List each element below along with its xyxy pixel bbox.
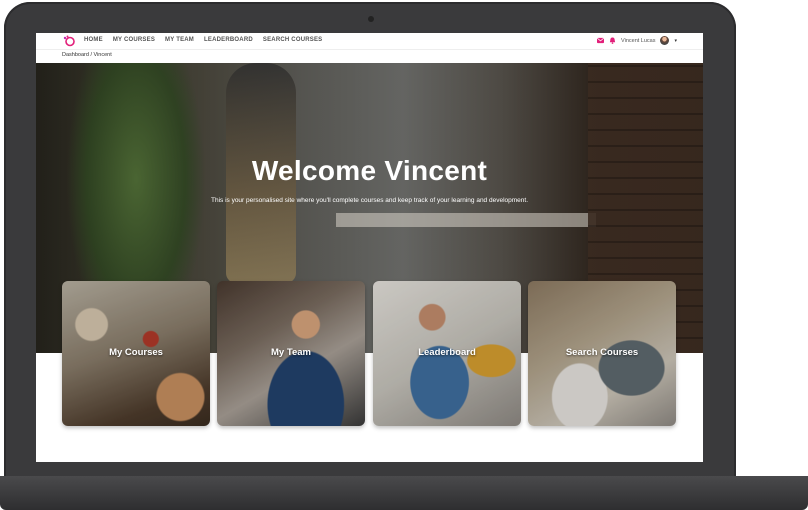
breadcrumb: Dashboard / Vincent	[62, 52, 112, 58]
avatar[interactable]	[660, 36, 670, 45]
nav-links: HOME MY COURSES MY TEAM LEADERBOARD SEAR…	[84, 37, 322, 43]
chevron-down-icon[interactable]: ▾	[674, 38, 677, 44]
card-label: Leaderboard	[418, 347, 476, 358]
breadcrumb-dashboard[interactable]: Dashboard	[62, 52, 89, 58]
card-label: My Courses	[109, 347, 163, 358]
top-navbar: HOME MY COURSES MY TEAM LEADERBOARD SEAR…	[36, 33, 703, 50]
hero-title: Welcome Vincent	[251, 155, 488, 186]
card-label: My Team	[271, 347, 311, 358]
card-my-courses[interactable]: My Courses	[62, 281, 210, 426]
logo-icon[interactable]	[62, 35, 76, 47]
card-my-team[interactable]: My Team	[217, 281, 365, 426]
card-label: Search Courses	[565, 347, 639, 358]
hero-desks-image	[336, 213, 596, 227]
bell-icon[interactable]	[609, 37, 616, 44]
laptop-base	[0, 476, 808, 510]
nav-leaderboard[interactable]: LEADERBOARD	[204, 37, 253, 43]
hero-subtitle: This is your personalised site where you…	[210, 197, 529, 204]
nav-home[interactable]: HOME	[84, 37, 103, 43]
breadcrumb-current: Vincent	[93, 52, 112, 58]
breadcrumb-separator: /	[90, 52, 92, 58]
nav-my-team[interactable]: MY TEAM	[165, 37, 194, 43]
user-name[interactable]: Vincent Lucas	[621, 38, 655, 44]
user-menu: Vincent Lucas ▾	[597, 36, 677, 45]
card-leaderboard[interactable]: Leaderboard	[373, 281, 521, 426]
webcam	[368, 16, 374, 22]
mail-icon[interactable]	[597, 37, 605, 44]
dashboard-cards: My Courses My Team Leaderboard Search Co…	[62, 281, 676, 426]
nav-search-courses[interactable]: SEARCH COURSES	[263, 37, 322, 43]
screen: HOME MY COURSES MY TEAM LEADERBOARD SEAR…	[36, 33, 703, 462]
card-search-courses[interactable]: Search Courses	[528, 281, 676, 426]
nav-my-courses[interactable]: MY COURSES	[113, 37, 155, 43]
